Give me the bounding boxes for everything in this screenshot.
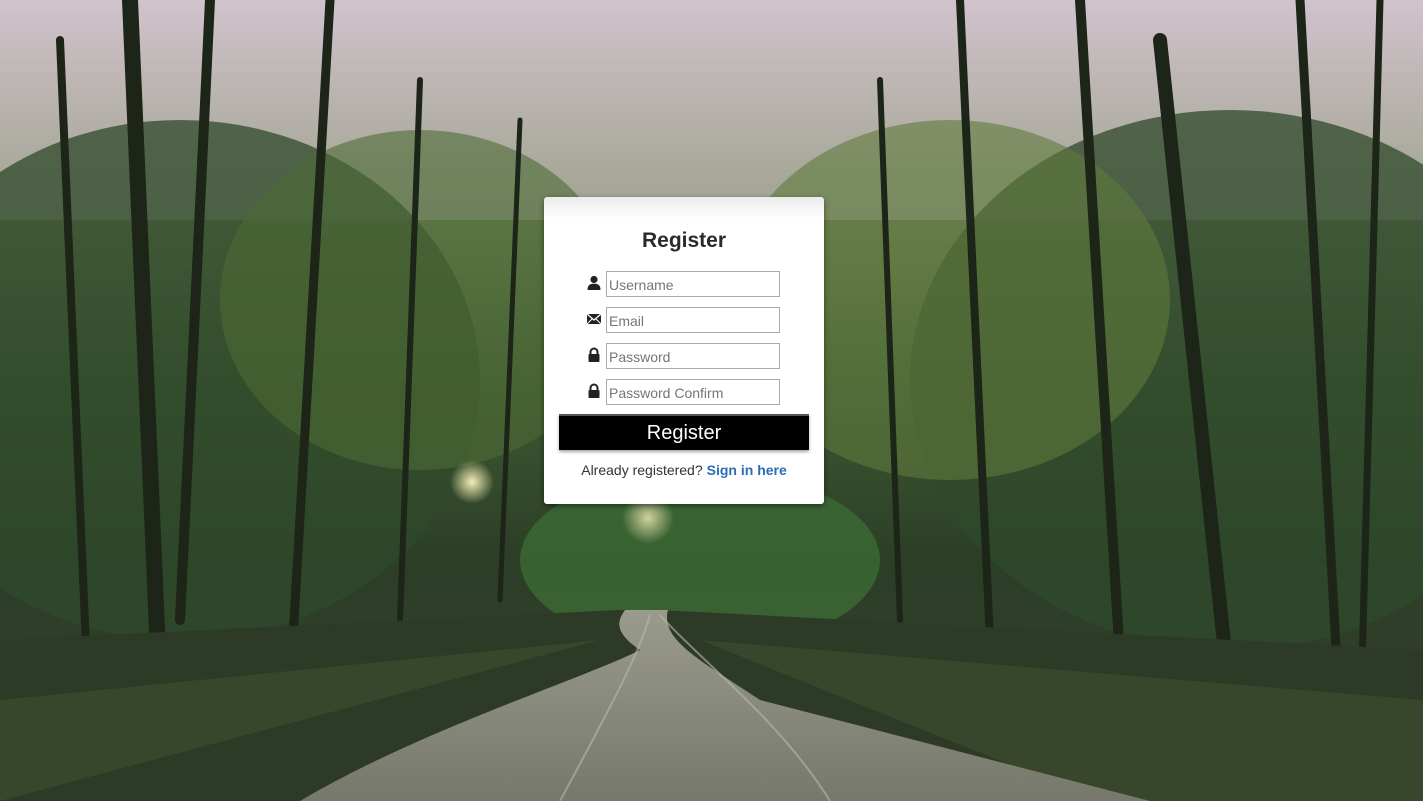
- sign-in-link[interactable]: Sign in here: [707, 462, 787, 478]
- register-title: Register: [641, 229, 727, 252]
- signin-prompt: Already registered? Sign in here: [544, 462, 824, 478]
- username-input[interactable]: [606, 271, 780, 297]
- email-row: [584, 307, 780, 333]
- register-button[interactable]: Register: [559, 414, 809, 450]
- password-row: [584, 343, 780, 369]
- email-input[interactable]: [606, 307, 780, 333]
- password-confirm-input[interactable]: [606, 379, 780, 405]
- password-confirm-row: [584, 379, 780, 405]
- user-icon: [586, 275, 602, 291]
- envelope-icon: [586, 311, 602, 327]
- password-input[interactable]: [606, 343, 780, 369]
- lock-icon: [586, 383, 602, 399]
- username-row: [584, 271, 780, 297]
- already-registered-text: Already registered?: [581, 462, 703, 478]
- register-card: Register Register Already registered?Sig…: [544, 197, 824, 504]
- lock-icon: [586, 347, 602, 363]
